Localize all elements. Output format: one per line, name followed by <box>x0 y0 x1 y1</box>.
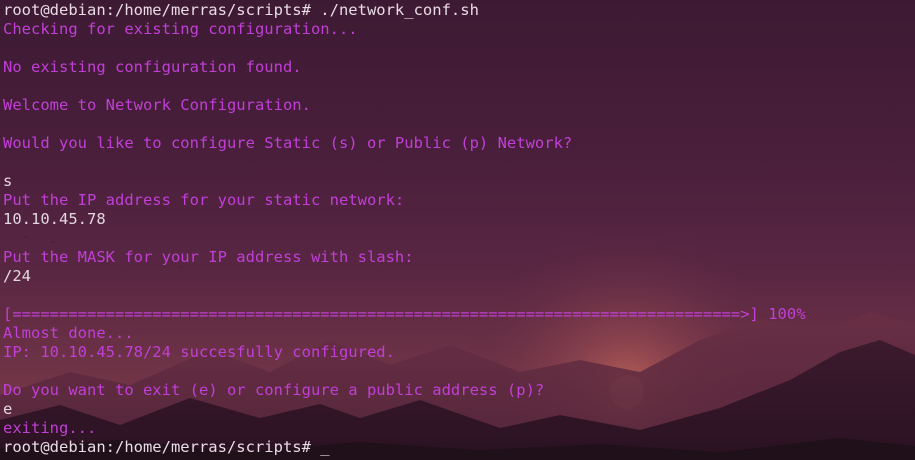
output-line: Do you want to exit (e) or configure a p… <box>3 381 545 399</box>
output-line: exiting... <box>3 419 97 437</box>
terminal-window[interactable]: root@debian:/home/merras/scripts# ./netw… <box>0 0 915 460</box>
prompt-line: root@debian:/home/merras/scripts# ./netw… <box>3 1 479 19</box>
output-line: No existing configuration found. <box>3 58 302 76</box>
output-line: Put the IP address for your static netwo… <box>3 191 405 209</box>
input-line: /24 <box>3 267 31 285</box>
terminal-output: root@debian:/home/merras/scripts# ./netw… <box>3 1 806 457</box>
output-line: Put the MASK for your IP address with sl… <box>3 248 414 266</box>
input-line: s <box>3 172 13 190</box>
input-line: 10.10.45.78 <box>3 210 106 228</box>
output-line: IP: 10.10.45.78/24 succesfully configure… <box>3 343 395 361</box>
output-line: Welcome to Network Configuration. <box>3 96 311 114</box>
output-line: Would you like to configure Static (s) o… <box>3 134 573 152</box>
prompt-line: root@debian:/home/merras/scripts# _ <box>3 438 330 456</box>
output-line: Almost done... <box>3 324 134 342</box>
terminal-cursor: _ <box>320 438 330 456</box>
input-line: e <box>3 400 13 418</box>
output-line: Checking for existing configuration... <box>3 20 358 38</box>
output-line: [=======================================… <box>3 305 806 323</box>
